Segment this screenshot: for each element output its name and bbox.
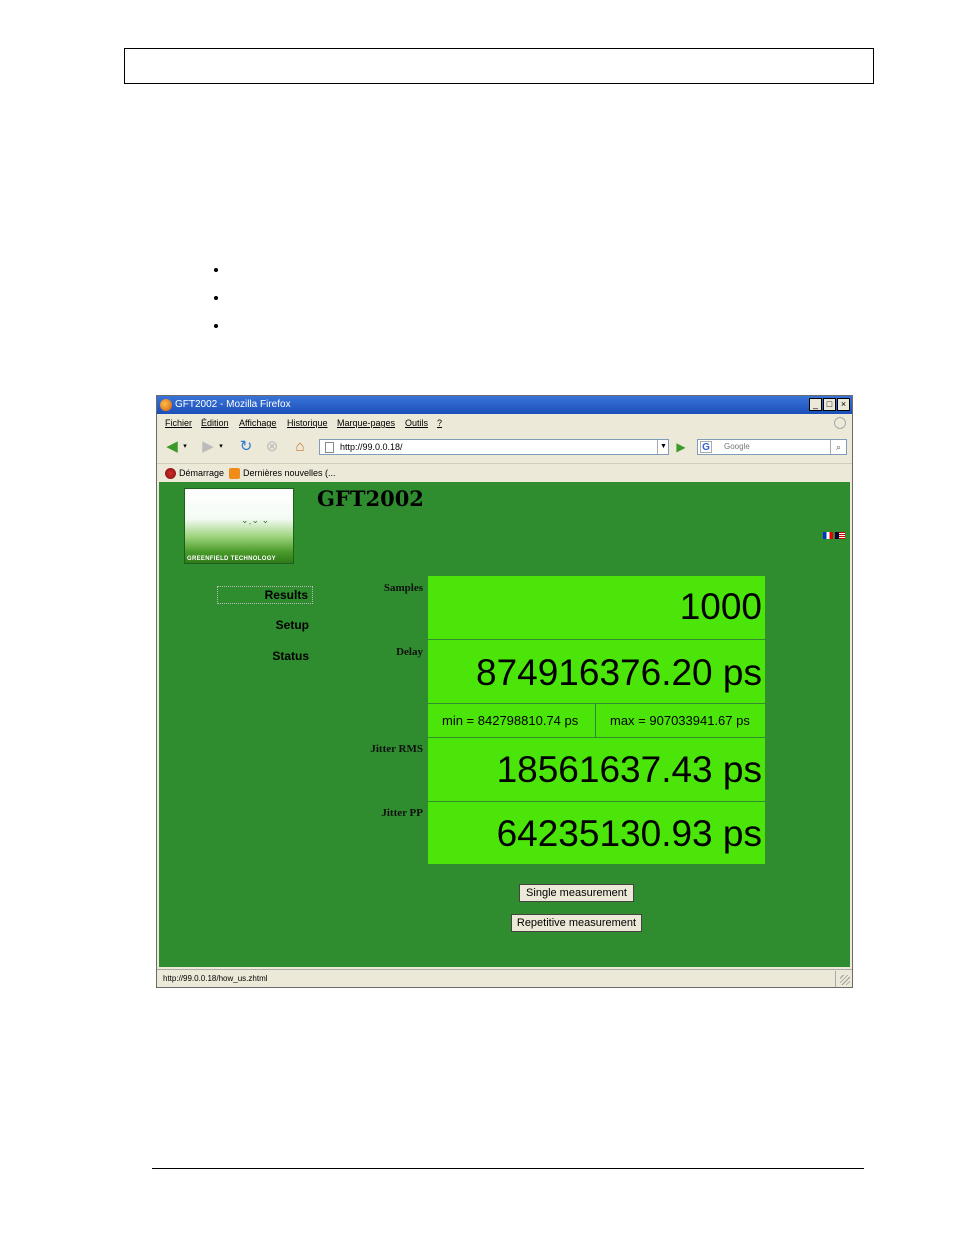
delay-max: max = 907033941.67 ps — [610, 713, 750, 728]
jitter-pp-label: Jitter PP — [381, 807, 423, 819]
firefox-bookmark-icon — [165, 468, 176, 479]
jitter-rms-label: Jitter RMS — [370, 743, 423, 755]
samples-value: 1000 — [679, 586, 762, 627]
throbber-icon — [834, 417, 846, 429]
birds-icon: ⌄˯⌄ ⌄ — [241, 515, 270, 525]
menu-fichier[interactable]: Fichier — [165, 418, 192, 428]
bookmark-label: Dernières nouvelles (... — [243, 468, 336, 478]
menu-edition[interactable]: Édition — [201, 418, 229, 428]
english-flag-icon[interactable] — [835, 532, 845, 539]
search-input[interactable]: G Google ⌕ — [697, 439, 847, 455]
bullet-point — [210, 292, 218, 300]
document-footer-line — [152, 1168, 864, 1169]
delay-range-cell: min = 842798810.74 ps max = 907033941.67… — [428, 704, 765, 737]
search-placeholder: Google — [724, 442, 750, 451]
menu-help[interactable]: ? — [437, 418, 442, 428]
nav-status[interactable]: Status — [217, 648, 313, 666]
url-bar[interactable]: http://99.0.0.18/ — [319, 439, 669, 455]
jitter-pp-value: 64235130.93 ps — [496, 813, 762, 854]
bookmark-label: Démarrage — [179, 468, 225, 478]
search-icon[interactable]: ⌕ — [830, 440, 846, 454]
page-title: GFT2002 — [317, 486, 424, 511]
french-flag-icon[interactable] — [823, 532, 833, 539]
window-titlebar: GFT2002 - Mozilla Firefox _ □ × — [157, 396, 852, 414]
delay-cell: 874916376.20 ps — [428, 640, 765, 703]
delay-min: min = 842798810.74 ps — [442, 713, 579, 728]
delay-label: Delay — [396, 646, 423, 658]
menu-affichage[interactable]: Affichage — [239, 418, 276, 428]
language-flags — [823, 532, 845, 539]
menu-historique[interactable]: Historique — [287, 418, 328, 428]
menu-outils[interactable]: Outils — [405, 418, 428, 428]
status-separator — [835, 971, 836, 987]
navigation-toolbar: ◀ ▾ ▶ ▾ ↻ ⊗ ⌂ http://99.0.0.18/ ▼ ▶ G Go… — [157, 432, 852, 462]
samples-label: Samples — [383, 582, 423, 594]
delay-value: 874916376.20 ps — [476, 652, 762, 693]
bullet-point — [210, 264, 218, 272]
nav-results[interactable]: Results — [217, 586, 313, 604]
google-icon[interactable]: G — [700, 441, 712, 453]
url-dropdown-icon[interactable]: ▼ — [657, 440, 669, 454]
bookmarks-toolbar: Démarrage Dernières nouvelles (... — [157, 463, 852, 481]
forward-arrow-icon[interactable]: ▶ — [199, 438, 217, 456]
browser-window: GFT2002 - Mozilla Firefox _ □ × Fichier … — [156, 395, 853, 988]
forward-dropdown-icon[interactable]: ▾ — [217, 438, 225, 456]
url-text: http://99.0.0.18/ — [340, 442, 403, 452]
stop-icon[interactable]: ⊗ — [263, 438, 281, 456]
close-button[interactable]: × — [837, 398, 850, 411]
bookmark-news[interactable]: Dernières nouvelles (... — [229, 468, 336, 479]
page-content: ⌄˯⌄ ⌄ GREENFIELD TECHNOLOGY GFT2002 Resu… — [159, 482, 850, 967]
repetitive-measurement-button[interactable]: Repetitive measurement — [511, 914, 642, 932]
back-dropdown-icon[interactable]: ▾ — [181, 438, 189, 456]
document-header-box — [124, 48, 874, 84]
jitter-pp-cell: 64235130.93 ps — [428, 802, 765, 864]
nav-setup[interactable]: Setup — [217, 617, 313, 635]
rss-icon — [229, 468, 240, 479]
back-arrow-icon[interactable]: ◀ — [163, 438, 181, 456]
single-measurement-button[interactable]: Single measurement — [519, 884, 634, 902]
minimize-button[interactable]: _ — [809, 398, 822, 411]
menu-marque-pages[interactable]: Marque-pages — [337, 418, 395, 428]
menu-bar: Fichier Édition Affichage Historique Mar… — [157, 414, 852, 432]
status-bar: http://99.0.0.18/how_us.zhtml — [157, 969, 852, 987]
maximize-button[interactable]: □ — [823, 398, 836, 411]
page-icon — [325, 442, 334, 453]
window-title: GFT2002 - Mozilla Firefox — [175, 399, 291, 410]
company-logo: ⌄˯⌄ ⌄ GREENFIELD TECHNOLOGY — [184, 488, 294, 564]
home-icon[interactable]: ⌂ — [291, 438, 309, 456]
firefox-icon — [160, 399, 172, 411]
samples-cell: 1000 — [428, 576, 765, 639]
reload-icon[interactable]: ↻ — [237, 438, 255, 456]
bookmark-demarrage[interactable]: Démarrage — [165, 468, 225, 479]
resize-grip-icon[interactable] — [840, 975, 850, 985]
bullet-point — [210, 320, 218, 328]
status-text: http://99.0.0.18/how_us.zhtml — [163, 974, 268, 983]
cell-divider — [595, 704, 596, 737]
jitter-rms-value: 18561637.43 ps — [496, 749, 762, 790]
jitter-rms-cell: 18561637.43 ps — [428, 738, 765, 801]
go-arrow-icon[interactable]: ▶ — [673, 439, 689, 455]
logo-text: GREENFIELD TECHNOLOGY — [187, 556, 276, 562]
